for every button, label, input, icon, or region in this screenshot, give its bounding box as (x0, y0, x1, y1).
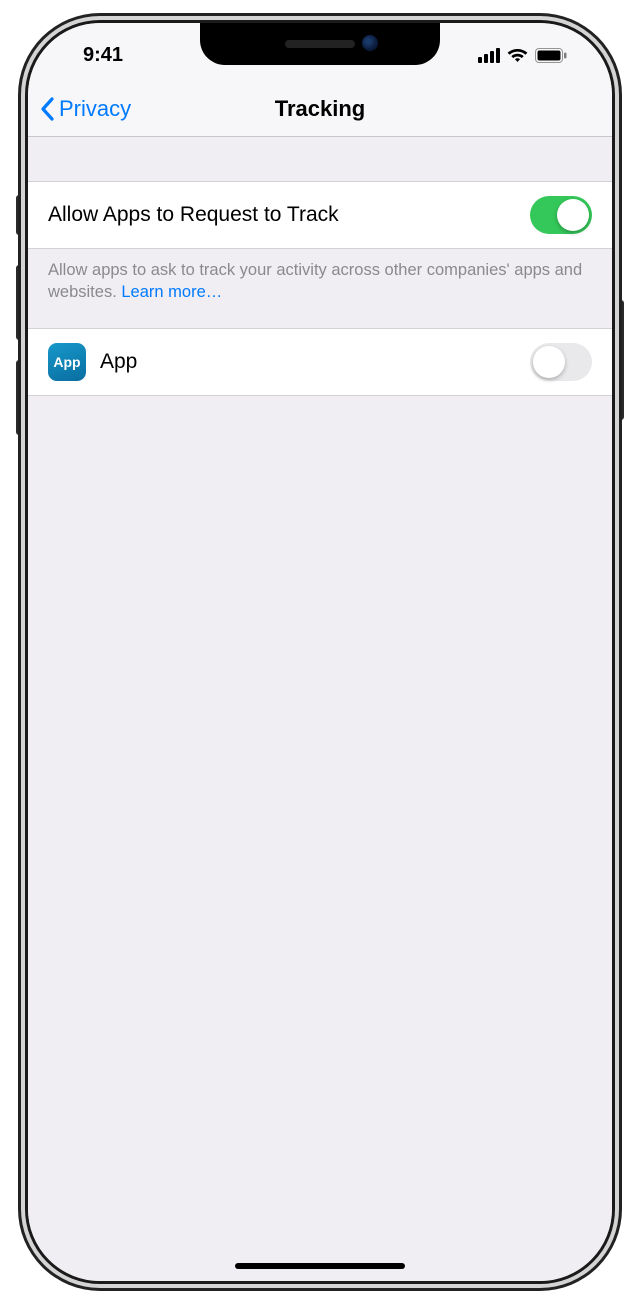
home-indicator[interactable] (235, 1263, 405, 1269)
wifi-icon (507, 48, 528, 63)
learn-more-link[interactable]: Learn more… (121, 283, 222, 301)
phone-power-button (618, 300, 624, 420)
nav-bar: Privacy Tracking (28, 81, 612, 137)
allow-tracking-label: Allow Apps to Request to Track (48, 203, 339, 227)
status-time: 9:41 (83, 44, 123, 67)
battery-icon (535, 48, 567, 63)
back-label: Privacy (59, 96, 131, 122)
phone-frame: 9:41 (25, 20, 615, 1284)
phone-silence-switch (16, 195, 22, 235)
device-mockup: 9:41 (0, 0, 640, 1304)
chevron-left-icon (40, 97, 55, 121)
app-name: App (100, 350, 137, 374)
phone-notch (200, 23, 440, 65)
cellular-icon (478, 48, 500, 63)
phone-volume-up (16, 265, 22, 340)
phone-screen: 9:41 (28, 23, 612, 1281)
app-row: App App (28, 328, 612, 396)
front-camera (362, 35, 378, 51)
page-title: Tracking (275, 96, 365, 122)
content-area: Allow Apps to Request to Track Allow app… (28, 137, 612, 1281)
phone-volume-down (16, 360, 22, 435)
app-icon: App (48, 343, 86, 381)
allow-tracking-footnote: Allow apps to ask to track your activity… (28, 249, 612, 328)
status-icons (478, 48, 567, 63)
allow-tracking-row: Allow Apps to Request to Track (28, 181, 612, 249)
app-tracking-toggle[interactable] (530, 343, 592, 381)
back-button[interactable]: Privacy (40, 96, 131, 122)
speaker-grille (285, 40, 355, 48)
allow-tracking-toggle[interactable] (530, 196, 592, 234)
